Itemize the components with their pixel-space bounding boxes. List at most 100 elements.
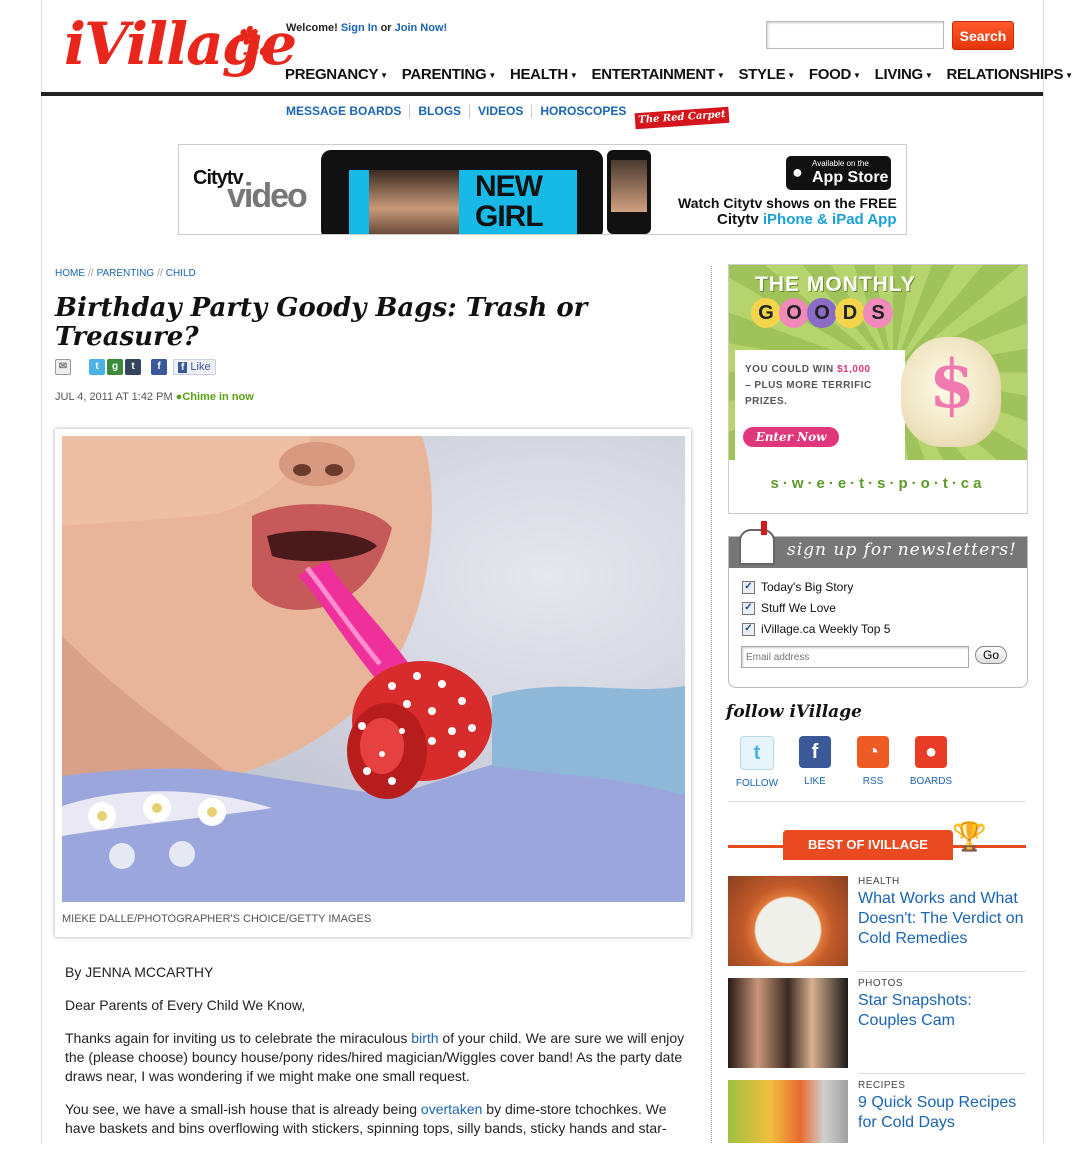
email-field[interactable]: [741, 646, 969, 668]
share-bar: ✉ t g t f f Like: [55, 359, 216, 375]
ivillage-logo[interactable]: iVillage ✽ .ca: [64, 14, 297, 74]
sign-in-link[interactable]: Sign In: [341, 22, 378, 34]
birth-link[interactable]: birth: [411, 1030, 438, 1046]
search-input[interactable]: [766, 21, 944, 49]
salutation: Dear Parents of Every Child We Know,: [65, 997, 306, 1013]
dropdown-arrow-icon: ▼: [1065, 70, 1073, 80]
welcome-text: Welcome!: [286, 22, 338, 34]
mailbox-flag: [761, 521, 767, 535]
nav-item-style[interactable]: STYLE ▼: [738, 66, 795, 90]
newsletter-option[interactable]: ✓ Stuff We Love: [742, 601, 836, 615]
story-headline[interactable]: Star Snapshots: Couples Cam: [858, 991, 1028, 1031]
story-category: RECIPES: [858, 1080, 906, 1091]
phone-screen: [611, 160, 647, 212]
ad-watch-prefix: Citytv: [717, 211, 759, 228]
nav-label: ENTERTAINMENT: [591, 66, 715, 83]
goods-letter: O: [807, 298, 837, 328]
follow-links: t FOLLOW f LIKE ◔ RSS ● BOARDS: [728, 736, 960, 789]
goods-letter: O: [779, 298, 809, 328]
newsletter-option-label: Today's Big Story: [761, 580, 854, 594]
party-blower-photo: [62, 436, 685, 902]
citytv-ad-banner[interactable]: Citytv video NEW GIRL ● Available on the…: [178, 144, 907, 235]
breadcrumb-home[interactable]: HOME: [55, 268, 85, 279]
goods-letter: S: [863, 298, 893, 328]
follow-twitter[interactable]: t FOLLOW: [728, 736, 786, 789]
main-nav: PREGNANCY ▼ PARENTING ▼ HEALTH ▼ ENTERTAINM…: [285, 66, 1084, 90]
subnav-horoscopes[interactable]: HOROSCOPES: [532, 104, 634, 118]
story-headline[interactable]: What Works and What Doesn't: The Verdict…: [858, 889, 1028, 949]
story-headline[interactable]: 9 Quick Soup Recipes for Cold Days: [858, 1093, 1028, 1133]
follow-title: follow iVillage: [726, 702, 862, 722]
search-button[interactable]: Search: [952, 21, 1014, 50]
chime-in-link[interactable]: ●Chime in now: [176, 391, 254, 403]
monthly-goods-promo[interactable]: THE MONTHLY G O O D S YOU COULD WIN $1,0…: [728, 264, 1028, 514]
text-span: Thanks again for inviting us to celebrat…: [65, 1030, 412, 1046]
dropdown-arrow-icon: ▼: [853, 70, 861, 80]
dropdown-arrow-icon: ▼: [787, 70, 795, 80]
article-photo: [62, 436, 685, 902]
subnav-blogs[interactable]: BLOGS: [410, 104, 471, 118]
appstore-small-text: Available on the: [812, 159, 869, 168]
newsletter-option[interactable]: ✓ Today's Big Story: [742, 580, 853, 594]
dropdown-arrow-icon: ▼: [716, 70, 725, 80]
nav-item-living[interactable]: LIVING ▼: [875, 66, 933, 90]
boards-icon: ●: [915, 736, 947, 768]
show-title-line2: GIRL: [475, 200, 544, 233]
tumblr-icon[interactable]: t: [125, 359, 141, 375]
email-icon[interactable]: ✉: [55, 359, 71, 375]
checkbox-checked[interactable]: ✓: [742, 601, 755, 615]
breadcrumb-separator: //: [88, 268, 94, 279]
article-paragraph: Thanks again for inviting us to celebrat…: [65, 1029, 690, 1086]
go-button[interactable]: Go: [975, 646, 1007, 664]
red-carpet-ribbon: The Red Carpet: [634, 106, 730, 130]
promo-monthly: THE MONTHLY: [755, 273, 916, 296]
article-paragraph: You see, we have a small-ish house that …: [65, 1100, 690, 1138]
or-text: or: [380, 22, 392, 34]
twitter-icon[interactable]: t: [89, 359, 105, 375]
breadcrumb-parenting[interactable]: PARENTING: [97, 268, 155, 279]
nav-item-relationships[interactable]: RELATIONSHIPS ▼: [946, 66, 1074, 90]
dropdown-arrow-icon: ▼: [924, 70, 933, 80]
dropdown-arrow-icon: ▼: [569, 70, 578, 80]
facebook-like-button[interactable]: f Like: [173, 359, 216, 375]
follow-facebook[interactable]: f LIKE: [786, 736, 844, 789]
nav-label: RELATIONSHIPS: [946, 66, 1064, 83]
show-title-line1: NEW: [475, 170, 543, 203]
dollar-sign-icon: $: [929, 345, 975, 423]
follow-rss[interactable]: ◔ RSS: [844, 736, 902, 789]
follow-boards[interactable]: ● BOARDS: [902, 736, 960, 789]
follow-label: BOARDS: [909, 776, 953, 787]
subnav-message-boards[interactable]: MESSAGE BOARDS: [286, 104, 411, 118]
google-icon[interactable]: g: [107, 359, 123, 375]
newsletter-option[interactable]: ✓ iVillage.ca Weekly Top 5: [742, 622, 890, 636]
nav-item-health[interactable]: HEALTH ▼: [510, 66, 578, 90]
follow-label: LIKE: [804, 776, 826, 787]
ad-watch-line1: Watch Citytv shows on the FREE: [678, 195, 897, 211]
dropdown-arrow-icon: ▼: [380, 70, 388, 80]
article-title: Birthday Party Goody Bags: Trash or Trea…: [55, 293, 588, 352]
article-body: By JENNA MCCARTHY Dear Parents of Every …: [65, 963, 690, 1152]
red-carpet-link[interactable]: The Red Carpet: [634, 106, 735, 132]
nav-item-parenting[interactable]: PARENTING ▼: [402, 66, 496, 90]
facebook-icon[interactable]: f: [151, 359, 167, 375]
follow-label: RSS: [862, 776, 884, 787]
chime-label: Chime in now: [182, 391, 254, 403]
nav-item-pregnancy[interactable]: PREGNANCY ▼: [285, 66, 388, 90]
nav-label: PARENTING: [401, 66, 487, 83]
story-divider: [858, 971, 1026, 972]
nav-label: LIVING: [874, 66, 924, 83]
checkbox-checked[interactable]: ✓: [742, 622, 755, 636]
promo-goods: G O O D S: [751, 298, 893, 328]
overtaken-link[interactable]: overtaken: [421, 1101, 482, 1117]
subnav-videos[interactable]: VIDEOS: [470, 104, 533, 118]
app-store-badge[interactable]: ● Available on the App Store: [786, 156, 891, 190]
checkbox-checked[interactable]: ✓: [742, 580, 755, 594]
nav-item-food[interactable]: FOOD ▼: [809, 66, 861, 90]
win-amount: $1,000: [837, 364, 871, 375]
join-now-link[interactable]: Join Now!: [395, 22, 448, 34]
twitter-icon: t: [740, 736, 774, 770]
nav-item-entertainment[interactable]: ENTERTAINMENT ▼: [591, 66, 724, 90]
newsletter-option-label: iVillage.ca Weekly Top 5: [761, 622, 891, 636]
breadcrumb-child[interactable]: CHILD: [166, 268, 196, 279]
enter-now-button[interactable]: Enter Now: [743, 427, 839, 447]
